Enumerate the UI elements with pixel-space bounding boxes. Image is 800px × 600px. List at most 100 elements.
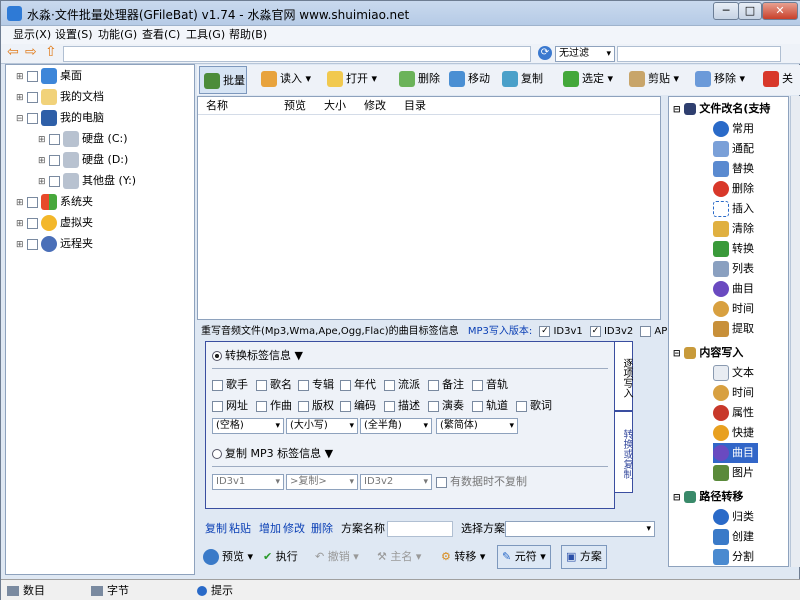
side-item-list[interactable]: 列表	[713, 259, 754, 279]
field-copyright[interactable]: 版权	[298, 398, 334, 414]
side-item-extract[interactable]: 提取	[713, 319, 754, 339]
case-select[interactable]: (大小写)	[286, 418, 358, 434]
path-input[interactable]	[63, 46, 531, 62]
copy-button[interactable]: 复制	[502, 65, 543, 93]
field-year[interactable]: 年代	[340, 377, 376, 393]
side-item-classify[interactable]: 归类	[713, 507, 754, 527]
execute-button[interactable]: ✔ 执行	[263, 543, 298, 571]
close-button[interactable]: ✕	[762, 2, 798, 20]
scheme-copy-link[interactable]: 复制	[205, 519, 227, 539]
section-rename[interactable]: ⊟ 文件改名(支持	[673, 99, 770, 119]
maximize-button[interactable]: □	[738, 2, 762, 20]
side-item-insert[interactable]: 插入	[713, 199, 754, 219]
space-select[interactable]: (空格)	[212, 418, 284, 434]
menu-view[interactable]: 查看(C)	[142, 26, 180, 44]
batch-button[interactable]: 批量	[199, 66, 247, 94]
main-name-button[interactable]: ⚒ 主名 ▾	[377, 543, 421, 571]
convert-tags-radio[interactable]: 转换标签信息 ▼	[212, 348, 303, 364]
field-title[interactable]: 歌名	[256, 377, 292, 393]
copy-mode-select[interactable]: >复制>	[286, 474, 358, 490]
section-content[interactable]: ⊟ 内容写入	[673, 343, 743, 363]
side-item-text[interactable]: 文本	[713, 363, 754, 383]
tree-item-virtual[interactable]: ⊞ 虚拟夹	[16, 213, 93, 233]
copy-target-select[interactable]: ID3v2	[360, 474, 432, 490]
side-item-delete[interactable]: 删除	[713, 179, 754, 199]
up-icon[interactable]: ⇧	[45, 44, 57, 60]
select-button[interactable]: 选定 ▾	[563, 65, 613, 93]
field-comment[interactable]: 备注	[428, 377, 464, 393]
side-item-time[interactable]: 时间	[713, 299, 754, 319]
filter-select[interactable]: 无过滤	[555, 46, 615, 62]
menu-tools[interactable]: 工具(G)	[186, 26, 225, 44]
side-item-common[interactable]: 常用	[713, 119, 754, 139]
menu-function[interactable]: 功能(G)	[98, 26, 137, 44]
column-modified[interactable]: 修改	[364, 97, 386, 115]
tree-item-system[interactable]: ⊞ 系统夹	[16, 192, 93, 212]
tab-convert[interactable]: 转换或复制	[614, 411, 633, 493]
side-item-clear[interactable]: 清除	[713, 219, 754, 239]
field-performer[interactable]: 演奏	[428, 398, 464, 414]
side-item-create[interactable]: 创建	[713, 527, 754, 547]
skip-existing-checkbox[interactable]: 有数据时不复制	[436, 474, 527, 490]
scheme-edit-link[interactable]: 修改	[283, 519, 305, 539]
minimize-button[interactable]: ─	[713, 2, 739, 20]
cut-button[interactable]: 剪贴 ▾	[629, 65, 679, 93]
tree-item-desktop[interactable]: ⊞ 桌面	[16, 66, 82, 86]
tree-item-documents[interactable]: ⊞ 我的文档	[16, 87, 104, 107]
filter-input[interactable]	[617, 46, 781, 62]
menu-settings[interactable]: 设置(S)	[55, 26, 93, 44]
read-button[interactable]: 读入 ▾	[261, 65, 311, 93]
scheme-delete-link[interactable]: 删除	[311, 519, 333, 539]
field-track[interactable]: 音轨	[472, 377, 508, 393]
delete-button[interactable]: 删除	[399, 65, 440, 93]
field-lyrics[interactable]: 歌词	[516, 398, 552, 414]
tree-item-drive-d[interactable]: ⊞ 硬盘 (D:)	[38, 150, 128, 170]
copy-source-select[interactable]: ID3v1	[212, 474, 284, 490]
copy-tags-radio[interactable]: 复制 MP3 标签信息 ▼	[212, 446, 333, 462]
remove-button[interactable]: 移除 ▾	[695, 65, 745, 93]
menu-help[interactable]: 帮助(B)	[229, 26, 267, 44]
field-genre[interactable]: 流派	[384, 377, 420, 393]
scheme-name-input[interactable]	[387, 521, 453, 537]
function-panel-scrollbar[interactable]	[790, 96, 800, 567]
preview-button[interactable]: 预览 ▾	[203, 543, 253, 571]
side-item-content-track[interactable]: 曲目	[713, 443, 758, 463]
refresh-icon[interactable]: ⟳	[538, 46, 552, 60]
field-disc[interactable]: 轨道	[472, 398, 508, 414]
charset-select[interactable]: (繁简体)	[436, 418, 518, 434]
transfer-button[interactable]: ⚙ 转移 ▾	[441, 543, 485, 571]
scheme-button[interactable]: ▣ 方案	[561, 545, 607, 569]
column-preview[interactable]: 预览	[284, 97, 306, 115]
field-url[interactable]: 网址	[212, 398, 248, 414]
undo-button[interactable]: ↶ 撤销 ▾	[315, 543, 359, 571]
tab-write[interactable]: 逐项写入	[614, 341, 633, 411]
section-path[interactable]: ⊟ 路径转移	[673, 487, 743, 507]
back-icon[interactable]: ⇦	[7, 44, 19, 60]
side-item-shortcut[interactable]: 快捷	[713, 423, 754, 443]
column-name[interactable]: 名称	[206, 97, 228, 115]
side-item-image[interactable]: 图片	[713, 463, 754, 483]
side-item-content-time[interactable]: 时间	[713, 383, 754, 403]
tree-item-drive-c[interactable]: ⊞ 硬盘 (C:)	[38, 129, 128, 149]
column-directory[interactable]: 目录	[404, 97, 426, 115]
side-item-track[interactable]: 曲目	[713, 279, 754, 299]
side-item-attribute[interactable]: 属性	[713, 403, 754, 423]
id3v2-checkbox[interactable]: ID3v2	[589, 325, 633, 337]
scheme-paste-link[interactable]: 粘贴	[229, 519, 251, 539]
side-item-wildcard[interactable]: 通配	[713, 139, 754, 159]
tree-item-remote[interactable]: ⊞ 远程夹	[16, 234, 93, 254]
field-composer[interactable]: 作曲	[256, 398, 292, 414]
scheme-select[interactable]	[505, 521, 655, 537]
side-item-replace[interactable]: 替换	[713, 159, 754, 179]
tree-item-drive-y[interactable]: ⊞ 其他盘 (Y:)	[38, 171, 136, 191]
symbol-button[interactable]: ✎ 元符 ▾	[497, 545, 551, 569]
menu-display[interactable]: 显示(X)	[13, 26, 51, 44]
field-encoder[interactable]: 编码	[340, 398, 376, 414]
field-album[interactable]: 专辑	[298, 377, 334, 393]
scheme-add-link[interactable]: 增加	[259, 519, 281, 539]
width-select[interactable]: (全半角)	[360, 418, 432, 434]
id3v1-checkbox[interactable]: ID3v1	[539, 325, 583, 337]
tree-item-computer[interactable]: ⊟ 我的电脑	[16, 108, 104, 128]
forward-icon[interactable]: ⇨	[25, 44, 37, 60]
field-singer[interactable]: 歌手	[212, 377, 248, 393]
